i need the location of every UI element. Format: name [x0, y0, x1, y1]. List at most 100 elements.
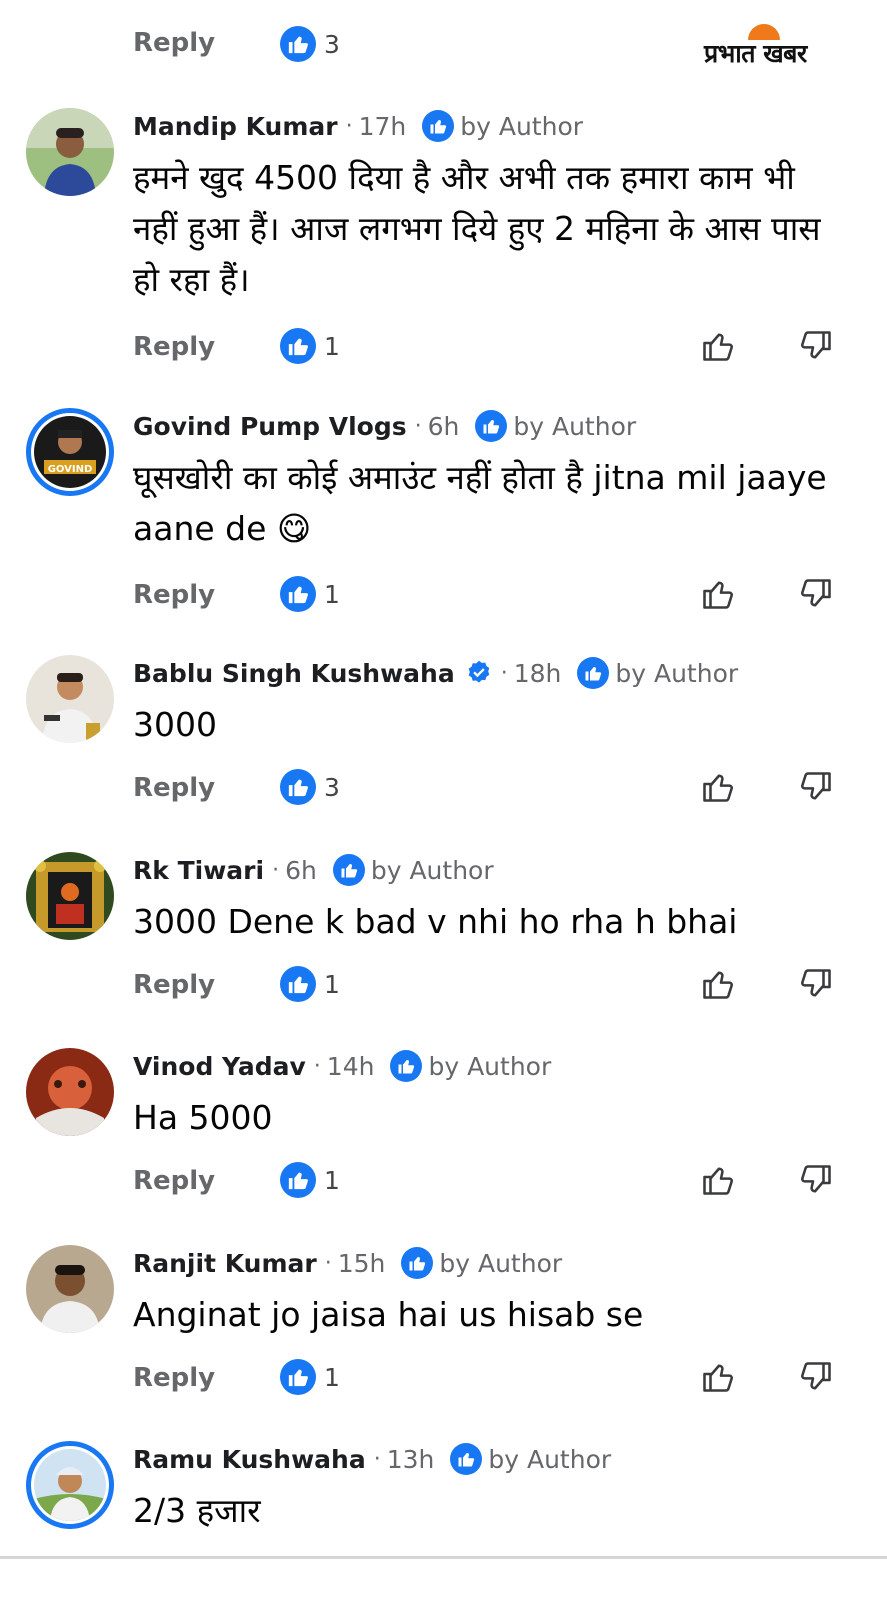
reply-button[interactable]: Reply	[133, 332, 215, 362]
liked-by-author: by Author	[450, 1443, 611, 1475]
like-count-number: 1	[324, 969, 340, 999]
thumbs-up-icon[interactable]	[696, 324, 740, 368]
comment-time[interactable]: 6h	[285, 856, 317, 885]
avatar[interactable]	[26, 1245, 114, 1333]
comment-text: घूसखोरी का कोई अमाउंट नहीं होता है jitna…	[133, 458, 827, 548]
avatar[interactable]	[26, 852, 114, 940]
by-author-label: by Author	[488, 1444, 612, 1474]
liked-by-author: by Author	[422, 110, 583, 142]
like-count[interactable]: 1	[280, 966, 340, 1002]
comment-text: 3000 Dene k bad v nhi ho rha h bhai	[133, 902, 738, 941]
by-author-label: by Author	[513, 411, 637, 441]
comment-time[interactable]: 15h	[338, 1249, 386, 1278]
thumbs-down-icon[interactable]	[794, 962, 838, 1006]
comment-time[interactable]: 18h	[514, 659, 562, 688]
like-count[interactable]: 1	[280, 328, 340, 364]
thumbs-up-icon[interactable]	[696, 1158, 740, 1202]
like-count[interactable]: 1	[280, 1359, 340, 1395]
verified-badge-icon	[465, 659, 493, 687]
like-icon	[280, 576, 316, 612]
thumbs-up-icon[interactable]	[696, 962, 740, 1006]
by-author-label: by Author	[460, 111, 584, 141]
author-name[interactable]: Ramu Kushwaha	[133, 1445, 366, 1474]
author-name[interactable]: Ranjit Kumar	[133, 1249, 317, 1278]
thumbs-up-icon[interactable]	[696, 765, 740, 809]
like-count[interactable]: 1	[280, 576, 340, 612]
author-like-icon	[422, 110, 455, 142]
author-like-icon	[475, 410, 508, 442]
comment-item: Ranjit Kumar · 15h by Author Anginat jo …	[0, 1245, 887, 1405]
avatar-logo-text: GOVIND	[48, 464, 93, 475]
avatar[interactable]	[26, 1048, 114, 1136]
comment-meta: Vinod Yadav · 14h by Author	[133, 1048, 551, 1084]
comment-text: 3000	[133, 705, 217, 744]
thumbs-down-icon[interactable]	[794, 1355, 838, 1399]
like-icon	[280, 1359, 316, 1395]
comment-time[interactable]: 13h	[387, 1445, 435, 1474]
comment-item: Bablu Singh Kushwaha · 18h by Author 300…	[0, 655, 887, 815]
reply-button[interactable]: Reply	[133, 1166, 215, 1196]
comment-actions: Reply 1	[0, 962, 887, 1012]
by-author-label: by Author	[439, 1248, 563, 1278]
separator-dot: ·	[500, 660, 508, 686]
author-name[interactable]: Rk Tiwari	[133, 856, 264, 885]
reply-button[interactable]: Reply	[133, 28, 215, 58]
like-count[interactable]: 1	[280, 1162, 340, 1198]
liked-by-author: by Author	[577, 657, 738, 689]
liked-by-author: by Author	[332, 854, 494, 886]
comment-item: Mandip Kumar · 17h by Author हमने खुद 45…	[0, 108, 887, 378]
comment-meta: Rk Tiwari · 6h by Author	[133, 852, 494, 888]
separator-dot: ·	[345, 113, 353, 139]
reply-button[interactable]: Reply	[133, 580, 215, 610]
comment-time[interactable]: 17h	[359, 112, 407, 141]
like-count-number: 3	[324, 29, 340, 59]
avatar[interactable]	[26, 108, 114, 196]
logo-text: प्रभात खबर	[704, 39, 807, 68]
thumbs-up-icon[interactable]	[696, 572, 740, 616]
thumbs-down-icon[interactable]	[794, 324, 838, 368]
avatar[interactable]	[26, 655, 114, 743]
author-name[interactable]: Mandip Kumar	[133, 112, 338, 141]
thumbs-down-icon[interactable]	[794, 572, 838, 616]
like-icon	[280, 966, 316, 1002]
comment-item: Vinod Yadav · 14h by Author Ha 5000 Repl…	[0, 1048, 887, 1208]
author-like-icon	[332, 854, 365, 886]
comment-item: GOVIND Govind Pump Vlogs · 6h by Author …	[0, 408, 887, 618]
author-name[interactable]: Govind Pump Vlogs	[133, 412, 407, 441]
comment-item: Ramu Kushwaha · 13h by Author 2/3 हजार	[0, 1441, 887, 1541]
by-author-label: by Author	[428, 1051, 552, 1081]
comment-time[interactable]: 6h	[428, 412, 460, 441]
liked-by-author: by Author	[475, 410, 636, 442]
thumbs-up-icon[interactable]	[696, 1355, 740, 1399]
separator-dot: ·	[414, 413, 422, 439]
comment-text: Ha 5000	[133, 1098, 273, 1137]
reply-button[interactable]: Reply	[133, 773, 215, 803]
avatar[interactable]	[26, 1441, 114, 1529]
comment-text: Anginat jo jaisa hai us hisab se	[133, 1295, 644, 1334]
comment-actions: Reply 1	[0, 572, 887, 622]
author-name[interactable]: Vinod Yadav	[133, 1052, 306, 1081]
reply-button[interactable]: Reply	[133, 1363, 215, 1393]
by-author-label: by Author	[615, 658, 739, 688]
avatar[interactable]: GOVIND	[26, 408, 114, 496]
separator-dot: ·	[373, 1446, 381, 1472]
reply-button[interactable]: Reply	[133, 970, 215, 1000]
like-count-number: 1	[324, 331, 340, 361]
like-count[interactable]: 3	[280, 26, 340, 62]
author-like-icon	[577, 657, 610, 689]
author-like-icon	[450, 1443, 483, 1475]
comment-time[interactable]: 14h	[327, 1052, 375, 1081]
comment-actions: Reply 1	[0, 324, 887, 374]
comment-item: Rk Tiwari · 6h by Author 3000 Dene k bad…	[0, 852, 887, 1012]
like-icon	[280, 328, 316, 364]
author-name[interactable]: Bablu Singh Kushwaha	[133, 659, 455, 688]
like-count[interactable]: 3	[280, 769, 340, 805]
like-count-number: 1	[324, 1362, 340, 1392]
thumbs-down-icon[interactable]	[794, 1158, 838, 1202]
like-count-number: 1	[324, 579, 340, 609]
like-icon	[280, 26, 316, 62]
author-like-icon	[390, 1050, 423, 1082]
liked-by-author: by Author	[401, 1247, 562, 1279]
comment-meta: Govind Pump Vlogs · 6h by Author	[133, 408, 636, 444]
thumbs-down-icon[interactable]	[794, 765, 838, 809]
